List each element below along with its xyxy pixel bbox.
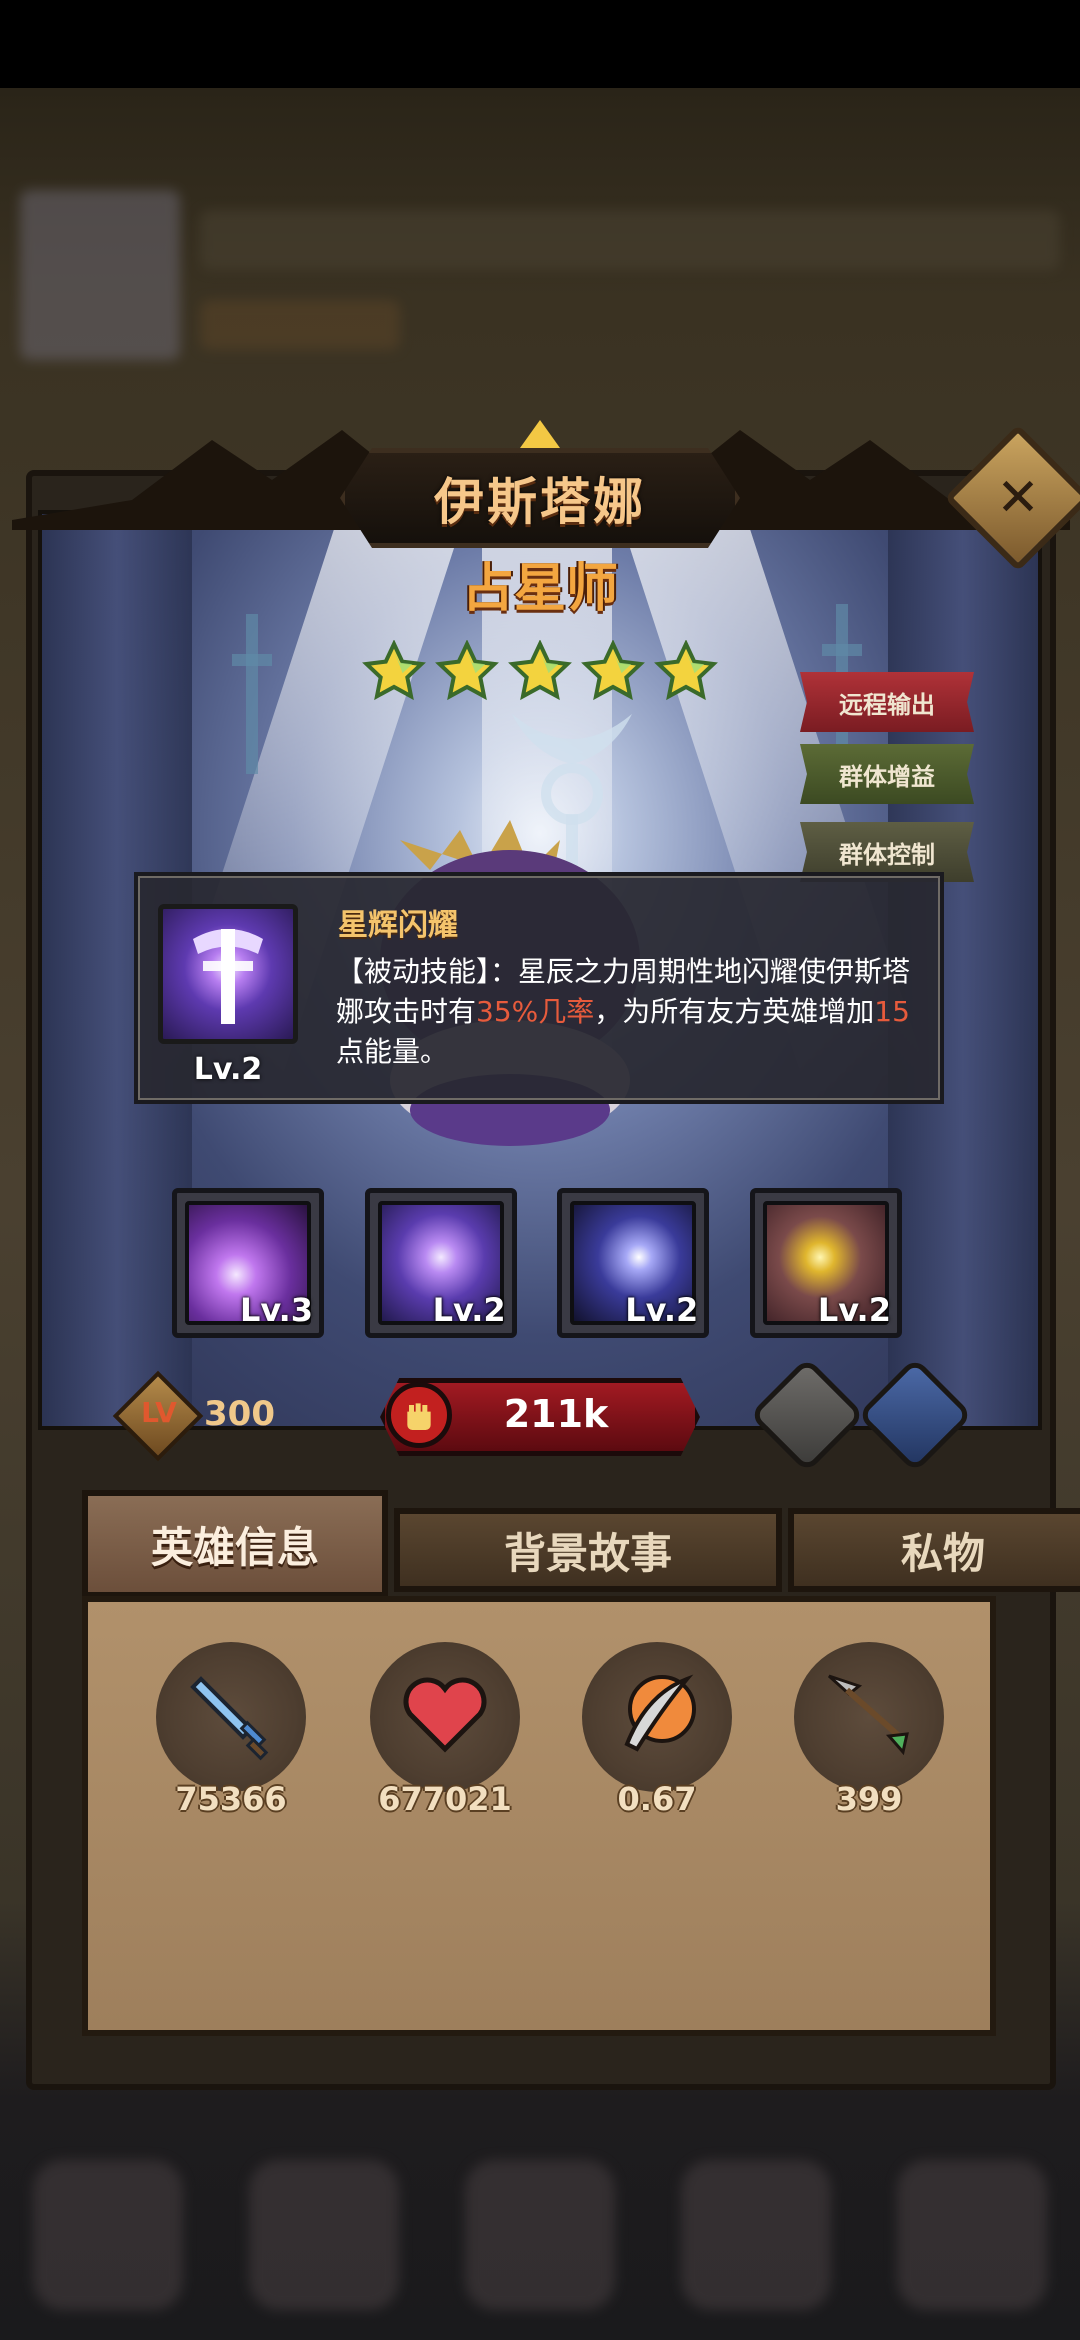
blurred-sub-bar <box>200 300 400 350</box>
hero-name: 伊斯塔娜 <box>434 473 646 531</box>
attack-speed-icon <box>624 1674 696 1752</box>
arrow-range-icon <box>827 1674 909 1756</box>
frame-left-ornament <box>12 430 392 530</box>
tag-ranged-dps: 远程输出 <box>800 672 974 732</box>
tooltip-skill-level: Lv.2 <box>193 1052 263 1087</box>
blurred-avatar <box>20 190 180 360</box>
skill-level: Lv.2 <box>817 1291 891 1329</box>
stat-attack-speed: 0.67 <box>582 1642 732 1832</box>
nav-item <box>897 2160 1047 2310</box>
fist-glyph <box>407 1403 431 1430</box>
tag-group-buff: 群体增益 <box>800 744 974 804</box>
stat-health: 677021 <box>370 1642 520 1832</box>
skill-level: Lv.3 <box>239 1291 313 1329</box>
stat-range: 399 <box>794 1642 944 1832</box>
desc-highlight-chance: 35%几率 <box>476 995 595 1028</box>
sword-icon <box>190 1676 269 1761</box>
hero-class: 占星师 <box>461 559 618 619</box>
heart-icon <box>403 1677 487 1753</box>
nav-item <box>681 2160 831 2310</box>
star-icon <box>654 640 718 701</box>
stat-value: 0.67 <box>617 1780 697 1818</box>
stat-value: 399 <box>835 1780 903 1818</box>
tab-personal-items[interactable]: 私物 <box>788 1508 1080 1592</box>
tooltip-skill-name: 星辉闪耀 <box>338 908 458 943</box>
stat-value: 75366 <box>175 1780 287 1818</box>
bottom-nav-blurred <box>0 2130 1080 2340</box>
skill-slot-3[interactable]: Lv.2 <box>557 1188 710 1338</box>
fist-power-icon <box>386 1382 452 1448</box>
info-tabs: 英雄信息 背景故事 私物 <box>82 1490 1080 1598</box>
star-icon <box>362 640 426 701</box>
stat-attack: 75366 <box>156 1642 306 1832</box>
skill-level: Lv.2 <box>432 1291 506 1329</box>
star-icon <box>435 640 499 701</box>
skill-slot-4[interactable]: Lv.2 <box>749 1188 902 1338</box>
tab-hero-info[interactable]: 英雄信息 <box>82 1490 388 1598</box>
star-cross-skill-icon <box>158 904 298 1044</box>
nav-item <box>465 2160 615 2310</box>
skill-slot-2[interactable]: Lv.2 <box>364 1188 517 1338</box>
level-value: 300 <box>204 1394 275 1434</box>
skill-list: Lv.3 Lv.2 Lv.2 Lv.2 <box>172 1188 902 1338</box>
blurred-top-bar <box>200 210 1060 270</box>
nav-item <box>249 2160 399 2310</box>
desc-text: 点能量。 <box>336 1035 449 1068</box>
star-icon <box>581 640 645 701</box>
star-icon <box>508 640 572 701</box>
tooltip-skill-description: 【被动技能】：星辰之力周期性地闪耀使伊斯塔娜攻击时有35%几率，为所有友方英雄增… <box>336 952 936 1072</box>
desc-text: ，为所有友方英雄增加 <box>594 995 875 1028</box>
hero-name-plate: 伊斯塔娜 <box>340 448 740 548</box>
nav-item <box>33 2160 183 2310</box>
skill-tooltip: Lv.2 星辉闪耀 【被动技能】：星辰之力周期性地闪耀使伊斯塔娜攻击时有35%几… <box>134 872 944 1104</box>
up-arrow-icon <box>520 420 560 448</box>
skill-slot-1[interactable]: Lv.3 <box>172 1188 324 1338</box>
level-label: LV <box>141 1396 177 1429</box>
skill-level: Lv.2 <box>625 1291 699 1329</box>
wall-cross-decoration <box>232 614 272 774</box>
desc-highlight-energy: 15 <box>874 995 910 1028</box>
skill-glyph <box>193 929 263 1024</box>
stat-value: 677021 <box>378 1780 512 1818</box>
close-icon: ✕ <box>996 468 1040 528</box>
combat-power-value: 211k <box>503 1392 609 1436</box>
tab-background-story[interactable]: 背景故事 <box>394 1508 782 1592</box>
star-rating <box>362 640 718 710</box>
